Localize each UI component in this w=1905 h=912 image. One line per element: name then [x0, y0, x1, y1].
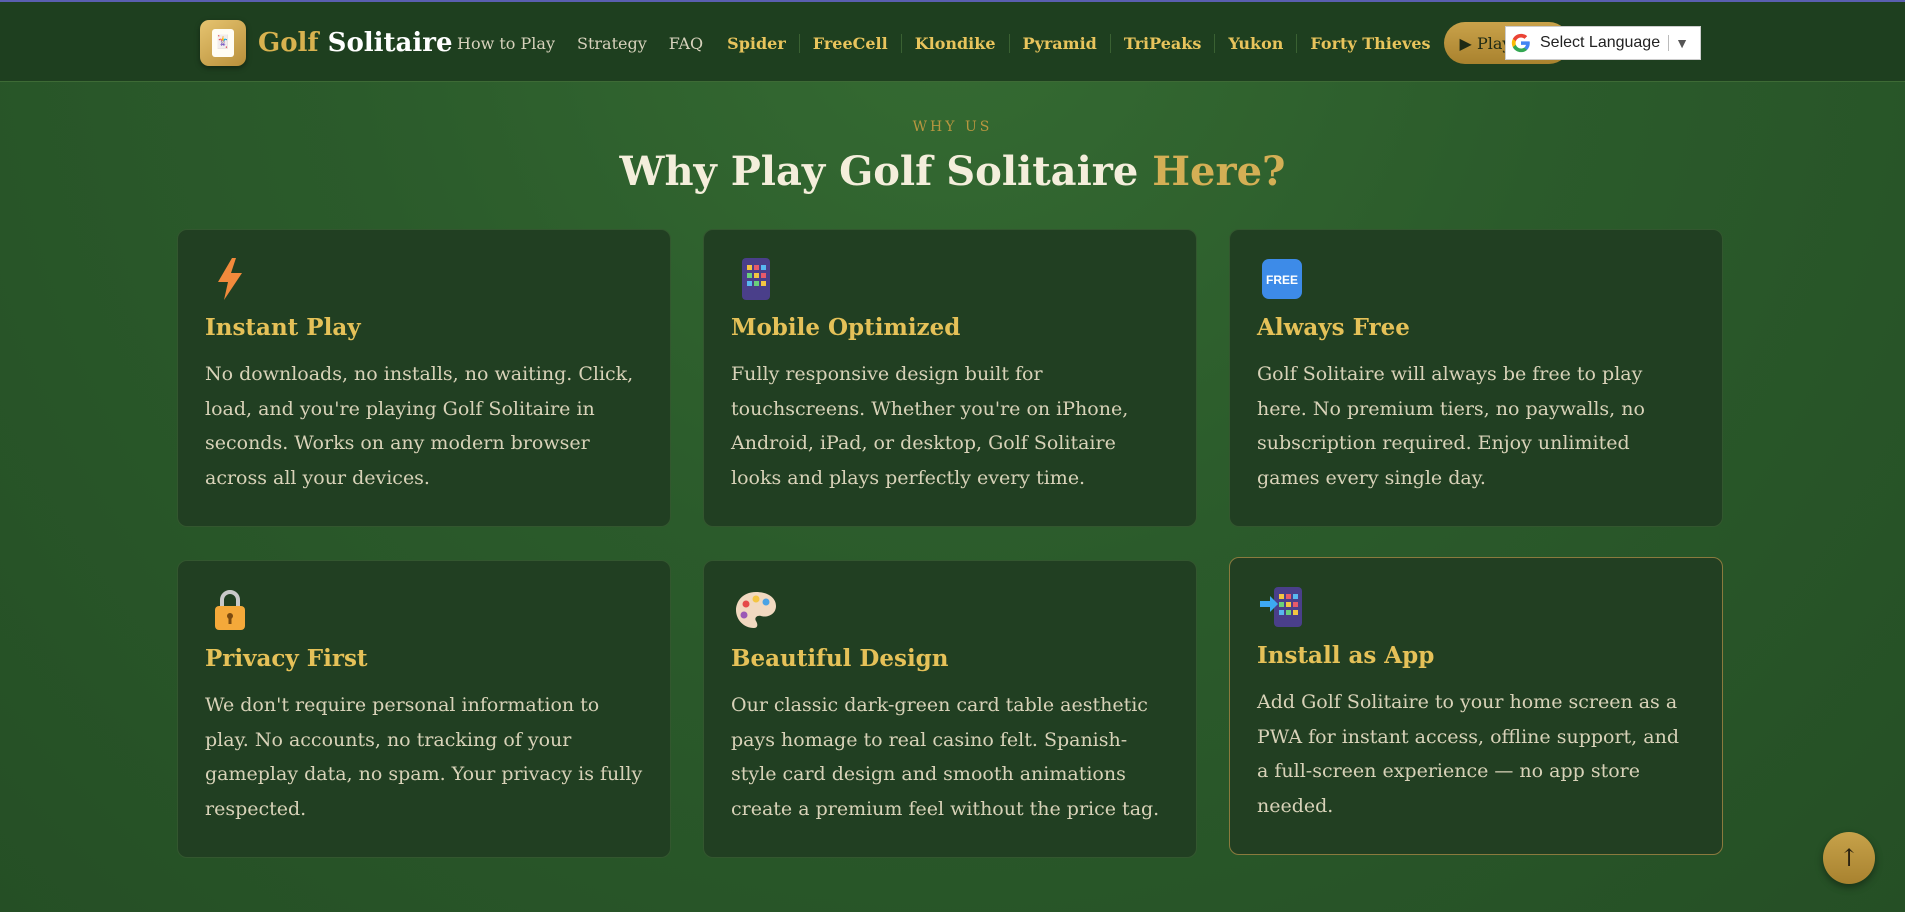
free-badge-icon: FREE: [1257, 254, 1307, 304]
card-title: Privacy First: [205, 645, 368, 672]
scroll-to-top-button[interactable]: ↑: [1823, 832, 1875, 884]
nav-pyramid[interactable]: Pyramid: [1008, 33, 1110, 53]
card-text: Fully responsive design built for touchs…: [731, 363, 1129, 489]
lightning-icon: [205, 254, 255, 304]
nav-yukon[interactable]: Yukon: [1214, 33, 1296, 53]
mobile-phone-icon: [731, 254, 781, 304]
feature-card-always-free: FREE Always Free Golf Solitaire will alw…: [1229, 229, 1723, 527]
nav-freecell[interactable]: FreeCell: [798, 33, 901, 53]
card-title: Always Free: [1257, 314, 1410, 341]
card-title: Beautiful Design: [731, 645, 949, 672]
feature-card-beautiful-design: Beautiful Design Our classic dark-green …: [703, 560, 1197, 858]
nav-faq[interactable]: FAQ: [658, 34, 714, 53]
card-title: Mobile Optimized: [731, 314, 961, 341]
section-title: Why Play Golf Solitaire Here?: [619, 148, 1286, 195]
language-label: Select Language: [1540, 34, 1661, 51]
card-text: Add Golf Solitaire to your home screen a…: [1257, 691, 1679, 817]
nav-spider[interactable]: Spider: [714, 34, 799, 53]
nav-klondike[interactable]: Klondike: [900, 33, 1009, 53]
section-eyebrow: WHY US: [912, 119, 993, 135]
nav-strategy[interactable]: Strategy: [566, 34, 658, 53]
logo-card-icon: 🃏: [200, 20, 246, 66]
main-nav: How to Play Strategy FAQ Spider FreeCell…: [446, 22, 1571, 64]
card-title: Install as App: [1257, 642, 1435, 669]
card-text: No downloads, no installs, no waiting. C…: [205, 363, 634, 489]
card-text: We don't require personal information to…: [205, 694, 643, 820]
svg-text:FREE: FREE: [1266, 273, 1298, 287]
install-app-icon: [1257, 582, 1307, 632]
feature-card-mobile-optimized: Mobile Optimized Fully responsive design…: [703, 229, 1197, 527]
nav-forty-thieves[interactable]: Forty Thieves: [1296, 33, 1443, 53]
feature-card-install-as-app: Install as App Add Golf Solitaire to you…: [1229, 557, 1723, 855]
card-text: Our classic dark-green card table aesthe…: [731, 694, 1160, 820]
logo-text: Golf Solitaire: [258, 28, 453, 58]
feature-card-instant-play: Instant Play No downloads, no installs, …: [177, 229, 671, 527]
nav-tripeaks[interactable]: TriPeaks: [1109, 33, 1215, 53]
padlock-icon: [205, 585, 255, 635]
site-logo[interactable]: 🃏 Golf Solitaire: [200, 20, 453, 66]
feature-card-privacy-first: Privacy First We don't require personal …: [177, 560, 671, 858]
palette-icon: [731, 585, 781, 635]
site-header: 🃏 Golf Solitaire How to Play Strategy FA…: [0, 2, 1905, 82]
google-icon: [1511, 33, 1530, 53]
language-selector[interactable]: Select Language ▼: [1505, 26, 1701, 60]
card-title: Instant Play: [205, 314, 361, 341]
nav-how-to-play[interactable]: How to Play: [446, 34, 566, 53]
dropdown-arrow-icon: ▼: [1668, 35, 1689, 51]
card-text: Golf Solitaire will always be free to pl…: [1257, 363, 1645, 489]
